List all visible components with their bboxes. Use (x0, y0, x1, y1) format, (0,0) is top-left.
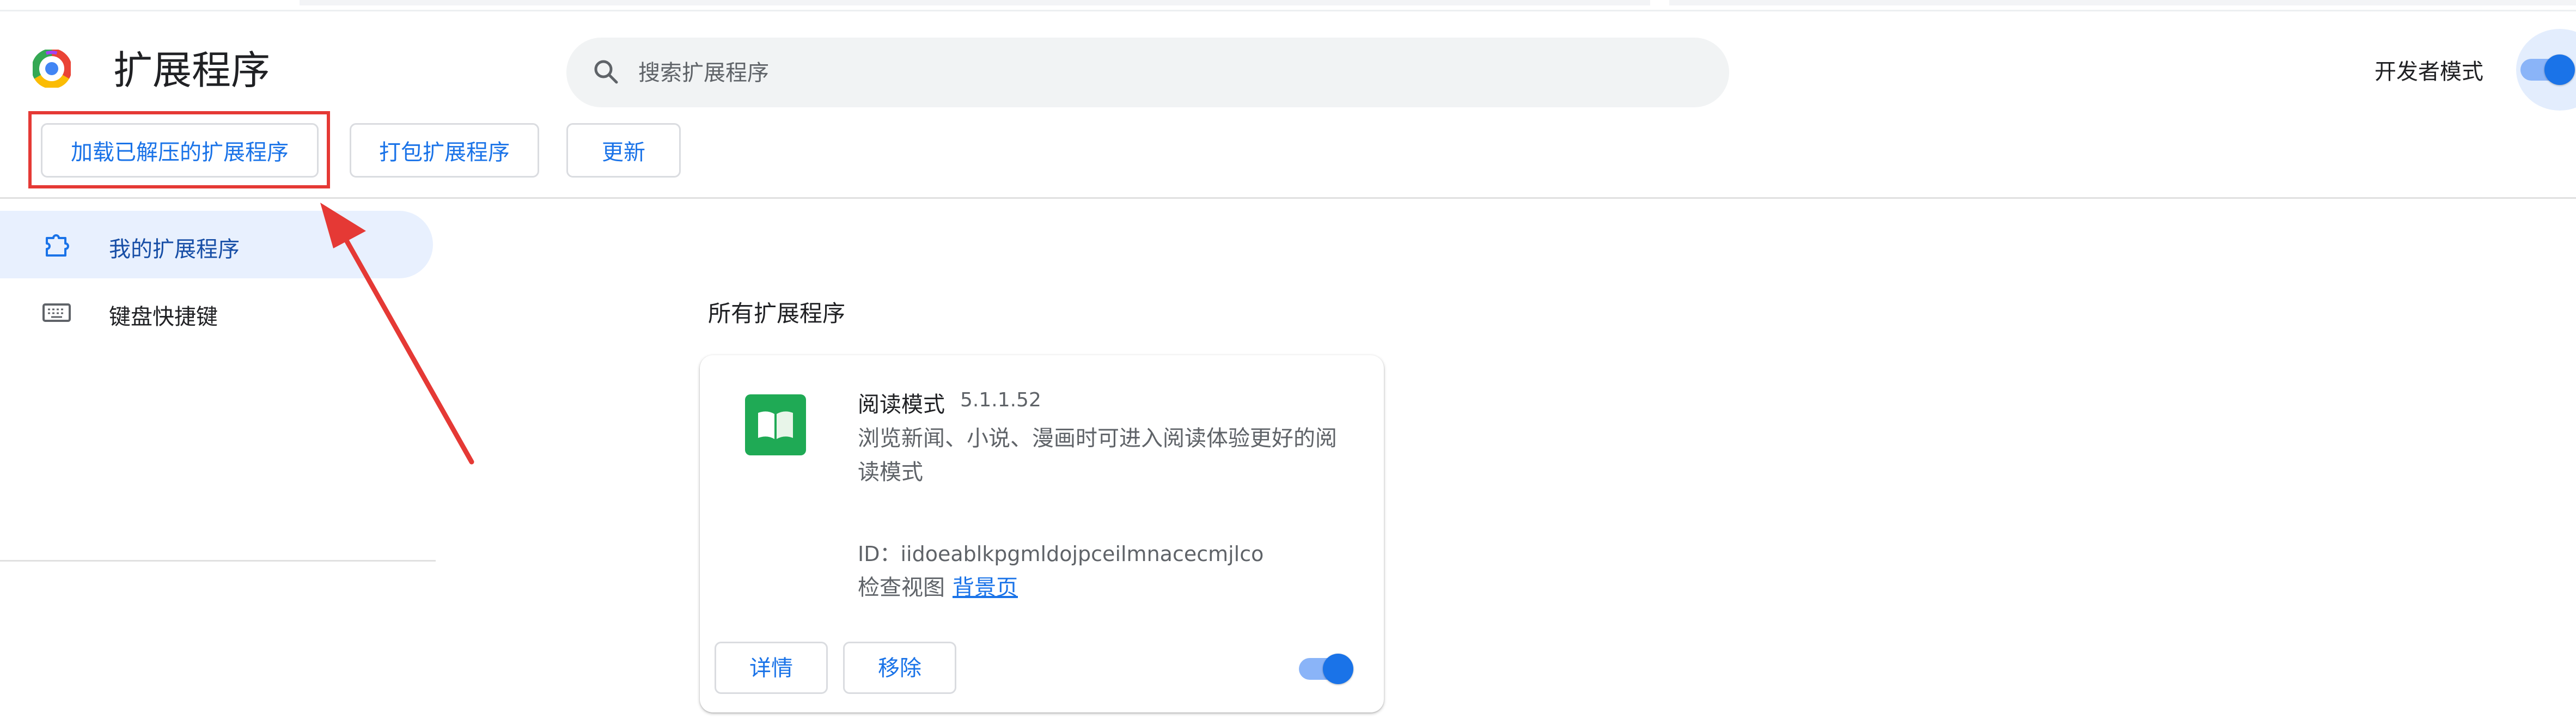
developer-mode-toggle[interactable] (2520, 54, 2575, 85)
remove-button[interactable]: 移除 (843, 642, 956, 694)
toggle-knob (1323, 654, 1353, 684)
chrome-extensions-logo-icon (33, 50, 71, 88)
pack-extension-button[interactable]: 打包扩展程序 (350, 123, 539, 178)
sidebar-item-my-extensions[interactable]: 我的扩展程序 (0, 211, 433, 278)
sidebar: 我的扩展程序 键盘快捷键 (0, 199, 436, 562)
inspect-views-label: 检查视图 (858, 575, 945, 600)
inspect-views: 检查视图 背景页 (858, 570, 1018, 601)
extension-id: ID：iidoeablkpgmldojpceilmnacecmjlco (858, 542, 1264, 566)
extension-version: 5.1.1.52 (960, 389, 1041, 411)
sidebar-item-label: 键盘快捷键 (109, 304, 218, 330)
background-page-link[interactable]: 背景页 (953, 575, 1018, 600)
extension-description: 浏览新闻、小说、漫画时可进入阅读体验更好的阅读模式 (858, 426, 1337, 485)
extension-icon (46, 234, 69, 257)
extension-name: 阅读模式 (858, 392, 945, 417)
extension-enable-toggle[interactable] (1299, 654, 1353, 684)
search-icon (594, 60, 618, 84)
developer-mode-label: 开发者模式 (2374, 59, 2483, 84)
reader-mode-extension-icon (745, 394, 806, 455)
keyboard-icon (42, 303, 71, 322)
browser-top-strip (0, 0, 2576, 11)
open-book-icon (758, 411, 793, 439)
toggle-knob (2544, 54, 2575, 85)
tab-strip-segment (300, 0, 1650, 5)
update-button[interactable]: 更新 (566, 123, 681, 178)
extension-card: 阅读模式 5.1.1.52 浏览新闻、小说、漫画时可进入阅读体验更好的阅读模式 … (700, 355, 1384, 712)
sidebar-item-keyboard-shortcuts[interactable]: 键盘快捷键 (0, 278, 433, 346)
tab-strip-segment (1669, 0, 2576, 5)
load-unpacked-button[interactable]: 加载已解压的扩展程序 (41, 123, 319, 178)
page-title: 扩展程序 (113, 47, 271, 93)
sidebar-item-label: 我的扩展程序 (109, 237, 240, 262)
section-title: 所有扩展程序 (708, 300, 846, 327)
details-button[interactable]: 详情 (715, 642, 828, 694)
toolbar: 加载已解压的扩展程序 打包扩展程序 更新 (0, 109, 2576, 196)
sidebar-divider (0, 560, 436, 562)
search-bar[interactable] (566, 38, 1729, 107)
search-input[interactable] (637, 48, 1674, 98)
